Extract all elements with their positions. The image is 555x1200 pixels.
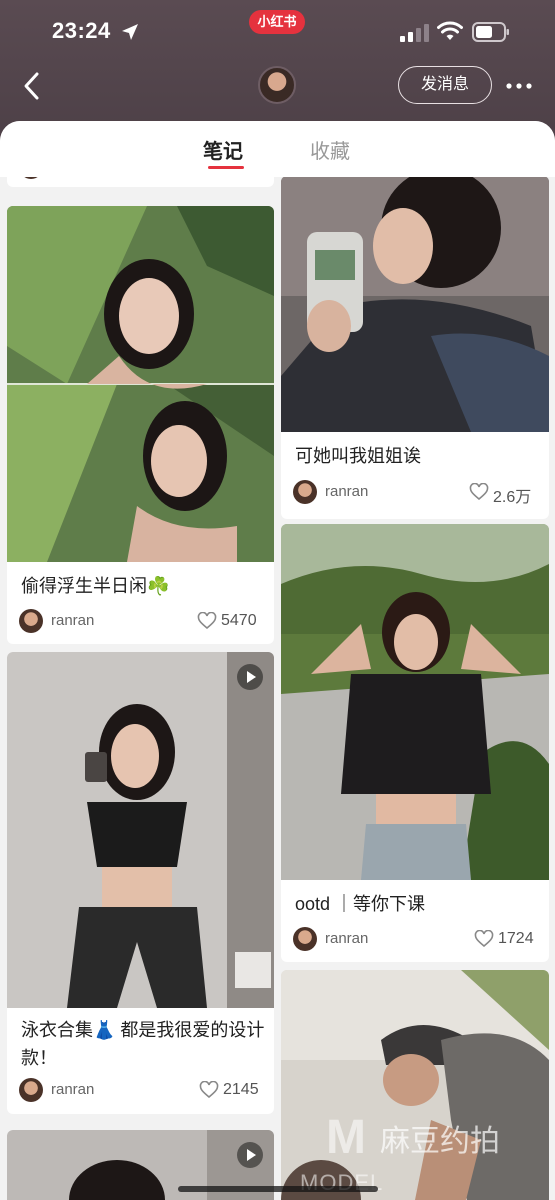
location-arrow-icon: [122, 24, 138, 40]
send-message-button[interactable]: 发消息: [398, 66, 492, 104]
back-arrow-icon[interactable]: [18, 70, 46, 102]
active-tab-indicator: [208, 166, 244, 169]
tab-notes[interactable]: 笔记: [203, 135, 243, 164]
note-title: ootd ｜等你下课: [295, 894, 426, 914]
note-cover-image: [7, 206, 274, 562]
like-count: 2145: [223, 1081, 259, 1098]
tab-bar: 笔记 收藏: [0, 121, 555, 177]
heart-icon[interactable]: [469, 483, 489, 501]
watermark-cn: 麻豆约拍: [380, 1125, 500, 1158]
note-title: 可她叫我姐姐诶: [295, 446, 421, 466]
note-title: 泳衣合集👗 都是我很爱的设计款！: [21, 1020, 265, 1068]
author-name: ranran: [51, 1081, 95, 1098]
header-bar: 23:24 小红书 发消息: [0, 0, 555, 140]
home-indicator[interactable]: [178, 1186, 378, 1192]
note-title: 偷得浮生半日闲☘️: [21, 576, 170, 596]
app-badge: 小红书: [249, 10, 305, 34]
note-cover-image: [7, 652, 274, 1008]
note-card[interactable]: 偷得浮生半日闲☘️ ranran 5470: [7, 206, 274, 644]
author-avatar: [293, 480, 317, 504]
content-sheet: 笔记 收藏 ranran 1341 偷得浮生半日闲☘️ ranran: [0, 121, 555, 1200]
like-count: 5470: [221, 612, 257, 629]
signal-icon: [400, 24, 429, 42]
heart-icon[interactable]: [197, 612, 217, 630]
author-name: ranran: [51, 612, 95, 629]
author-avatar: [19, 1078, 43, 1102]
author-avatar: [19, 609, 43, 633]
author-avatar: [293, 927, 317, 951]
battery-icon: [472, 22, 509, 42]
play-icon[interactable]: [237, 664, 263, 690]
heart-icon[interactable]: [199, 1081, 219, 1099]
watermark-en: MODEL PHOTOGRAPH: [300, 1170, 465, 1200]
heart-icon[interactable]: [474, 930, 494, 948]
author-name: ranran: [325, 930, 369, 947]
like-count: 1724: [498, 930, 534, 947]
watermark-logo: M: [326, 1111, 366, 1164]
note-cover-image: [281, 970, 549, 1200]
status-time: 23:24: [52, 18, 111, 43]
note-card[interactable]: [281, 970, 549, 1200]
note-card[interactable]: 泳衣合集👗 都是我很爱的设计款！ ranran 2145: [7, 652, 274, 1114]
author-name: ranran: [325, 483, 369, 500]
tab-collections[interactable]: 收藏: [310, 135, 350, 164]
like-count: 2.6万: [493, 489, 532, 506]
wifi-icon: [437, 21, 463, 40]
note-cover-image: [281, 176, 549, 432]
play-icon[interactable]: [237, 1142, 263, 1168]
note-card[interactable]: ootd ｜等你下课 ranran 1724: [281, 524, 549, 962]
profile-avatar[interactable]: [258, 66, 296, 104]
more-icon[interactable]: [505, 76, 533, 96]
note-card[interactable]: 可她叫我姐姐诶 ranran 2.6万: [281, 176, 549, 519]
note-cover-image: [281, 524, 549, 880]
